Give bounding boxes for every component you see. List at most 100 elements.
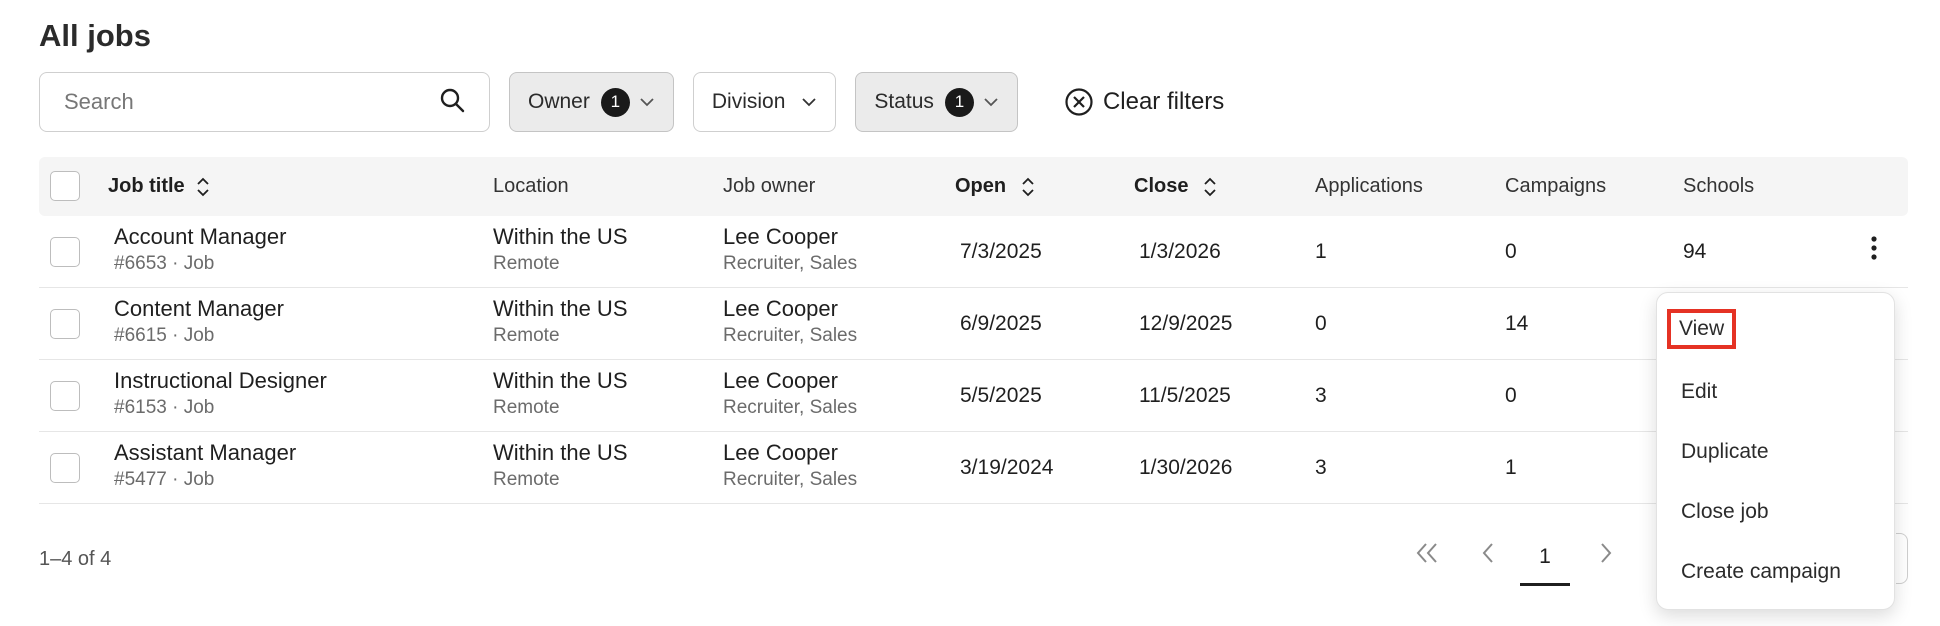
- applications-count: 3: [1315, 384, 1327, 407]
- menu-item-create-campaign[interactable]: Create campaign: [1681, 560, 1841, 584]
- owner-name: Lee Cooper: [723, 368, 838, 393]
- table-row[interactable]: Instructional Designer #6153 · Job Withi…: [39, 360, 1908, 432]
- job-title-cell: Assistant Manager #5477 · Job: [114, 440, 296, 491]
- menu-item-view[interactable]: View: [1666, 309, 1737, 349]
- location-cell: Within the US Remote: [493, 296, 628, 347]
- owner-role: Recruiter, Sales: [723, 253, 858, 274]
- header-job-title-label: Job title: [108, 175, 185, 197]
- owner-cell: Lee Cooper Recruiter, Sales: [723, 224, 857, 275]
- search-icon[interactable]: [439, 87, 465, 118]
- owner-name: Lee Cooper: [723, 224, 838, 249]
- location-cell: Within the US Remote: [493, 368, 628, 419]
- job-title-cell: Instructional Designer #6153 · Job: [114, 368, 327, 419]
- applications-count: 3: [1315, 456, 1327, 479]
- menu-item-duplicate[interactable]: Duplicate: [1681, 440, 1769, 464]
- header-close-label: Close: [1134, 175, 1189, 197]
- owner-filter-button[interactable]: Owner 1: [509, 72, 674, 132]
- header-open[interactable]: Open: [955, 157, 1036, 216]
- open-date: 6/9/2025: [960, 312, 1042, 335]
- status-filter-count-badge: 1: [944, 87, 974, 117]
- row-checkbox[interactable]: [50, 309, 80, 339]
- row-checkbox[interactable]: [50, 453, 80, 483]
- campaigns-count: 1: [1505, 456, 1517, 479]
- chevron-down-icon: [639, 97, 655, 107]
- page-size-select[interactable]: [1896, 533, 1908, 584]
- sort-icon[interactable]: [1202, 176, 1218, 198]
- job-title-cell: Content Manager #6615 · Job: [114, 296, 284, 347]
- job-title-link[interactable]: Account Manager: [114, 224, 286, 250]
- job-id: #6153 · Job: [114, 397, 215, 418]
- job-title-link[interactable]: Instructional Designer: [114, 368, 327, 394]
- owner-role: Recruiter, Sales: [723, 325, 858, 346]
- owner-cell: Lee Cooper Recruiter, Sales: [723, 296, 857, 347]
- row-actions-menu: View Edit Duplicate Close job Create cam…: [1656, 292, 1895, 610]
- search-box[interactable]: [39, 72, 490, 132]
- sort-icon[interactable]: [195, 176, 211, 198]
- schools-count: 94: [1683, 240, 1707, 263]
- close-date: 12/9/2025: [1139, 312, 1233, 335]
- page-title: All jobs: [39, 18, 151, 53]
- location-sub: Remote: [493, 325, 560, 346]
- table-header: Job title Location Job owner Open Close …: [39, 157, 1908, 216]
- location-sub: Remote: [493, 397, 560, 418]
- open-date: 7/3/2025: [960, 240, 1042, 263]
- chevron-down-icon: [983, 97, 999, 107]
- location-sub: Remote: [493, 469, 560, 490]
- owner-cell: Lee Cooper Recruiter, Sales: [723, 368, 857, 419]
- owner-name: Lee Cooper: [723, 296, 838, 321]
- filter-bar: Owner 1 Division Status 1 Clear filters: [39, 72, 1224, 132]
- chevron-right-icon[interactable]: [1596, 540, 1616, 566]
- header-close[interactable]: Close: [1134, 157, 1218, 216]
- open-date: 3/19/2024: [960, 456, 1054, 479]
- row-checkbox[interactable]: [50, 237, 80, 267]
- sort-icon[interactable]: [1020, 176, 1036, 198]
- owner-filter-label: Owner: [528, 90, 590, 113]
- header-job-owner: Job owner: [723, 175, 816, 197]
- job-title-link[interactable]: Content Manager: [114, 296, 284, 322]
- table-row[interactable]: Account Manager #6653 · Job Within the U…: [39, 216, 1908, 288]
- division-filter-button[interactable]: Division: [692, 72, 837, 132]
- table-row[interactable]: Assistant Manager #5477 · Job Within the…: [39, 432, 1908, 504]
- status-filter-label: Status: [874, 90, 934, 113]
- owner-name: Lee Cooper: [723, 440, 838, 465]
- clear-filters-button[interactable]: Clear filters: [1064, 87, 1224, 117]
- header-schools: Schools: [1683, 175, 1755, 197]
- location-text: Within the US: [493, 368, 628, 393]
- pagination-range: 1–4 of 4: [39, 548, 112, 570]
- job-title-link[interactable]: Assistant Manager: [114, 440, 296, 466]
- header-campaigns: Campaigns: [1505, 175, 1607, 197]
- owner-role: Recruiter, Sales: [723, 397, 858, 418]
- chevron-down-icon: [801, 97, 817, 107]
- division-filter-label: Division: [711, 90, 786, 113]
- chevron-left-icon[interactable]: [1478, 540, 1498, 566]
- menu-item-close-job[interactable]: Close job: [1681, 500, 1769, 524]
- campaigns-count: 0: [1505, 240, 1517, 263]
- row-checkbox[interactable]: [50, 381, 80, 411]
- menu-item-edit[interactable]: Edit: [1681, 380, 1717, 404]
- location-text: Within the US: [493, 440, 628, 465]
- kebab-menu-icon[interactable]: [1870, 235, 1878, 261]
- location-text: Within the US: [493, 296, 628, 321]
- table-row[interactable]: Content Manager #6615 · Job Within the U…: [39, 288, 1908, 360]
- clear-filters-label: Clear filters: [1102, 88, 1225, 115]
- job-title-cell: Account Manager #6653 · Job: [114, 224, 286, 275]
- header-applications: Applications: [1315, 175, 1423, 197]
- chevrons-left-icon[interactable]: [1414, 540, 1440, 566]
- circle-x-icon: [1064, 87, 1094, 117]
- location-cell: Within the US Remote: [493, 440, 628, 491]
- job-id: #6653 · Job: [114, 253, 215, 274]
- status-filter-button[interactable]: Status 1: [855, 72, 1018, 132]
- applications-count: 1: [1315, 240, 1327, 263]
- search-input[interactable]: [64, 89, 404, 115]
- job-id: #5477 · Job: [114, 469, 215, 490]
- page-number-current[interactable]: 1: [1520, 530, 1570, 586]
- jobs-table: Job title Location Job owner Open Close …: [39, 157, 1908, 504]
- header-open-label: Open: [955, 175, 1007, 197]
- close-date: 1/30/2026: [1139, 456, 1233, 479]
- job-id: #6615 · Job: [114, 325, 215, 346]
- select-all-checkbox[interactable]: [50, 171, 80, 201]
- location-sub: Remote: [493, 253, 560, 274]
- open-date: 5/5/2025: [960, 384, 1042, 407]
- campaigns-count: 14: [1505, 312, 1529, 335]
- header-job-title[interactable]: Job title: [108, 157, 211, 216]
